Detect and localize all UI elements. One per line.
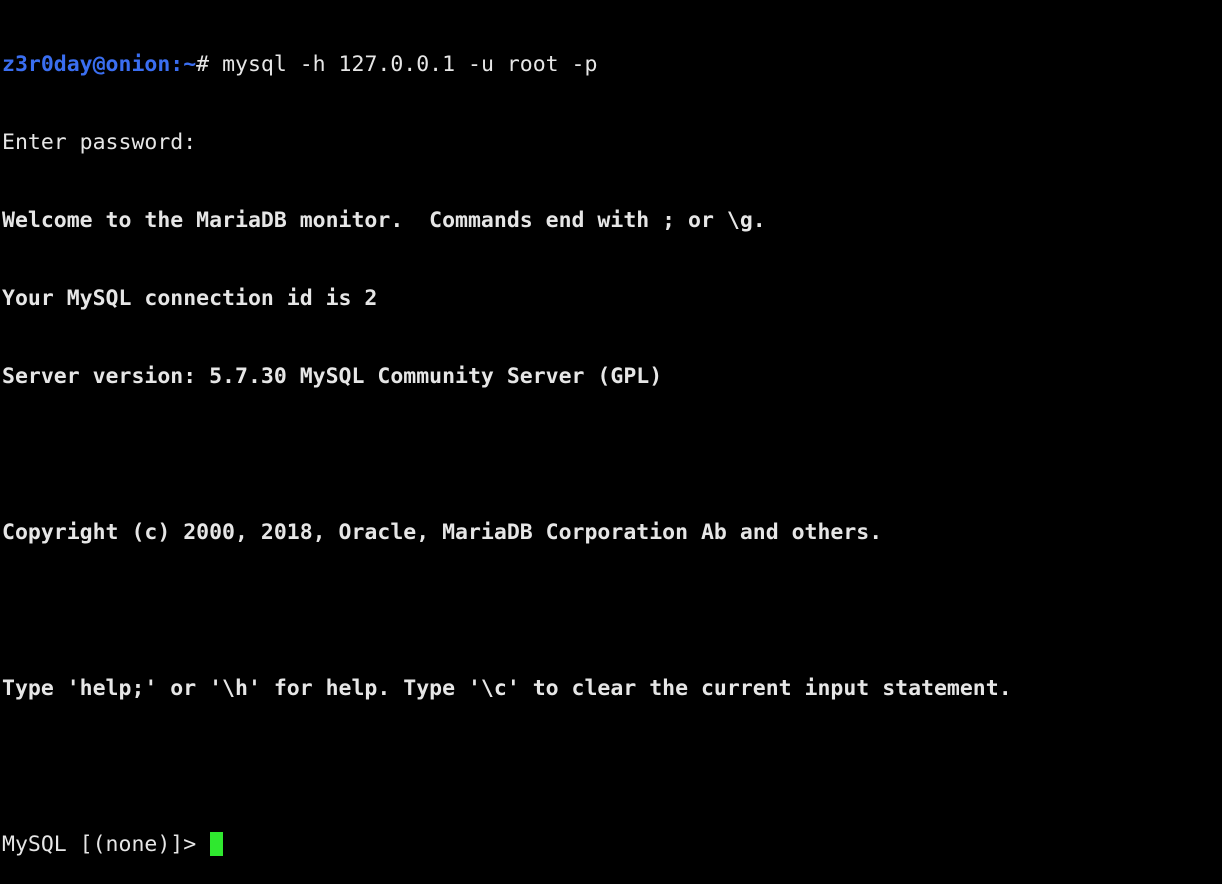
copyright-line: Copyright (c) 2000, 2018, Oracle, MariaD… — [2, 520, 883, 545]
prompt-cwd: :~ — [170, 52, 197, 77]
shell-command: mysql -h 127.0.0.1 -u root -p — [222, 52, 598, 77]
help-hint-line: Type 'help;' or '\h' for help. Type '\c'… — [2, 676, 1012, 701]
prompt-user-host: z3r0day@onion — [2, 52, 171, 77]
mysql-prompt-line[interactable]: MySQL [(none)]> — [2, 832, 1222, 858]
welcome-line: Welcome to the MariaDB monitor. Commands… — [2, 208, 766, 233]
shell-command-line: z3r0day@onion:~# mysql -h 127.0.0.1 -u r… — [2, 52, 1222, 78]
text-cursor[interactable] — [210, 832, 224, 856]
connection-id-line: Your MySQL connection id is 2 — [2, 286, 378, 311]
mysql-prompt: MySQL [(none)]> — [2, 832, 210, 857]
enter-password-line: Enter password: — [2, 130, 197, 155]
server-version-line: Server version: 5.7.30 MySQL Community S… — [2, 364, 663, 389]
prompt-symbol: # — [196, 52, 223, 77]
terminal-window[interactable]: z3r0day@onion:~# mysql -h 127.0.0.1 -u r… — [0, 0, 1222, 857]
